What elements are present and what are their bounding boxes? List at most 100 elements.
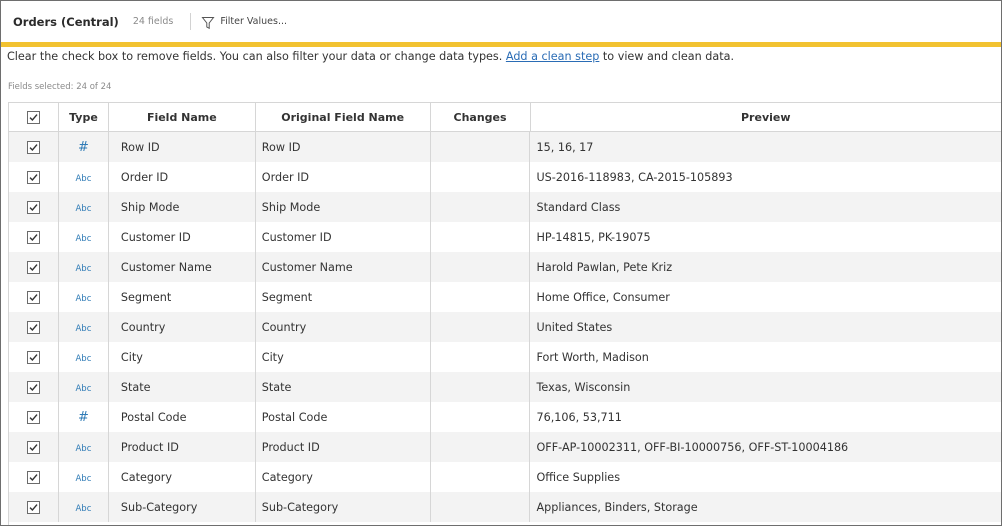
preview-cell: Fort Worth, Madison — [536, 350, 649, 364]
table-row[interactable]: Abc City City Fort Worth, Madison — [9, 342, 1001, 372]
string-type-icon[interactable]: Abc — [75, 174, 91, 184]
type-cell[interactable]: Abc — [59, 462, 109, 492]
field-include-checkbox[interactable] — [26, 410, 40, 424]
number-type-icon[interactable]: # — [78, 140, 89, 155]
string-type-icon[interactable]: Abc — [75, 204, 91, 214]
string-type-icon[interactable]: Abc — [75, 264, 91, 274]
header-checkbox-cell — [9, 103, 59, 131]
check-icon — [29, 173, 38, 181]
field-name-cell[interactable]: Ship Mode — [109, 192, 256, 222]
table-row[interactable]: Abc State State Texas, Wisconsin — [9, 372, 1001, 402]
type-cell[interactable]: Abc — [59, 222, 109, 252]
field-name-cell[interactable]: Country — [109, 312, 256, 342]
row-checkbox-cell — [9, 492, 59, 522]
field-name-cell[interactable]: Customer Name — [109, 252, 256, 282]
string-type-icon[interactable]: Abc — [75, 324, 91, 334]
field-name-cell[interactable]: Order ID — [109, 162, 256, 192]
field-include-checkbox[interactable] — [26, 500, 40, 514]
field-name-cell[interactable]: State — [109, 372, 256, 402]
field-name-cell[interactable]: Row ID — [109, 132, 256, 162]
preview-cell: Appliances, Binders, Storage — [536, 500, 698, 514]
type-cell[interactable]: Abc — [59, 162, 109, 192]
type-cell[interactable]: Abc — [59, 252, 109, 282]
string-type-icon[interactable]: Abc — [75, 234, 91, 244]
type-cell[interactable]: Abc — [59, 282, 109, 312]
preview-cell: Texas, Wisconsin — [536, 380, 631, 394]
type-cell[interactable]: Abc — [59, 372, 109, 402]
string-type-icon[interactable]: Abc — [75, 444, 91, 454]
field-include-checkbox[interactable] — [26, 380, 40, 394]
filter-values-button[interactable]: Filter Values... — [201, 15, 287, 29]
field-include-checkbox[interactable] — [26, 290, 40, 304]
panel-title: Orders (Central) — [13, 14, 119, 29]
check-icon — [29, 143, 38, 151]
preview-cell: OFF-AP-10002311, OFF-BI-10000756, OFF-ST… — [536, 440, 849, 454]
field-name-cell[interactable]: City — [109, 342, 256, 372]
select-all-checkbox[interactable] — [26, 110, 40, 124]
field-include-checkbox[interactable] — [26, 230, 40, 244]
field-include-checkbox[interactable] — [26, 170, 40, 184]
field-name-cell[interactable]: Segment — [109, 282, 256, 312]
field-include-checkbox[interactable] — [26, 320, 40, 334]
fields-table: Type Field Name Original Field Name Chan… — [8, 102, 1001, 525]
column-header-field-name[interactable]: Field Name — [109, 103, 256, 131]
row-checkbox-cell — [9, 222, 59, 252]
original-field-name-cell: Segment — [256, 282, 431, 312]
field-include-checkbox[interactable] — [26, 200, 40, 214]
changes-cell — [431, 252, 531, 282]
type-cell[interactable]: Abc — [59, 432, 109, 462]
original-field-name-cell: Row ID — [256, 132, 431, 162]
column-header-preview[interactable]: Preview — [531, 103, 1002, 131]
field-include-checkbox[interactable] — [26, 440, 40, 454]
table-row[interactable]: Abc Category Category Office Supplies — [9, 462, 1001, 492]
type-cell[interactable]: # — [59, 132, 109, 162]
field-include-checkbox[interactable] — [26, 260, 40, 274]
table-row[interactable]: Abc Ship Mode Ship Mode Standard Class — [9, 192, 1001, 222]
column-header-changes[interactable]: Changes — [431, 103, 531, 131]
row-checkbox-cell — [9, 252, 59, 282]
string-type-icon[interactable]: Abc — [75, 384, 91, 394]
table-row[interactable]: Abc Customer ID Customer ID HP-14815, PK-19… — [9, 222, 1001, 252]
preview-cell: US-2016-118983, CA-2015-105893 — [536, 170, 733, 184]
table-row[interactable]: Abc Customer Name Customer Name Harold Pawl… — [9, 252, 1001, 282]
type-cell[interactable]: Abc — [59, 492, 109, 522]
column-header-original-field-name[interactable]: Original Field Name — [256, 103, 431, 131]
add-clean-step-link[interactable]: Add a clean step — [506, 50, 599, 63]
field-name-cell[interactable]: Sub-Category — [109, 492, 256, 522]
string-type-icon[interactable]: Abc — [75, 504, 91, 514]
table-row[interactable]: # Row ID Row ID 15, 16, 17 — [9, 132, 1001, 162]
table-row[interactable]: # Postal Code Postal Code 76,106, 53,711 — [9, 402, 1001, 432]
table-row[interactable]: Abc Segment Segment Home Office, Consumer — [9, 282, 1001, 312]
string-type-icon[interactable]: Abc — [75, 474, 91, 484]
number-type-icon[interactable]: # — [78, 410, 89, 425]
field-include-checkbox[interactable] — [26, 470, 40, 484]
field-name-cell[interactable]: Category — [109, 462, 256, 492]
column-header-type[interactable]: Type — [59, 103, 109, 131]
changes-cell — [431, 222, 531, 252]
table-row[interactable]: Abc Product ID Product ID OFF-AP-10002311, … — [9, 432, 1001, 462]
check-icon — [29, 473, 38, 481]
table-row[interactable]: Abc Order ID Order ID US-2016-118983, CA-20… — [9, 162, 1001, 192]
string-type-icon[interactable]: Abc — [75, 294, 91, 304]
info-text-after: to view and clean data. — [599, 50, 735, 63]
type-cell[interactable]: Abc — [59, 342, 109, 372]
changes-cell — [431, 342, 531, 372]
check-icon — [29, 353, 38, 361]
field-include-checkbox[interactable] — [26, 350, 40, 364]
header-divider — [190, 13, 192, 30]
changes-cell — [431, 402, 531, 432]
row-checkbox-cell — [9, 312, 59, 342]
field-name-cell[interactable]: Postal Code — [109, 402, 256, 432]
string-type-icon[interactable]: Abc — [75, 354, 91, 364]
changes-cell — [431, 432, 531, 462]
table-row[interactable]: Abc Sub-Category Sub-Category Appliances, B… — [9, 492, 1001, 522]
type-cell[interactable]: Abc — [59, 192, 109, 222]
type-cell[interactable]: Abc — [59, 312, 109, 342]
field-include-checkbox[interactable] — [26, 140, 40, 154]
type-cell[interactable]: # — [59, 402, 109, 432]
check-icon — [29, 443, 38, 451]
field-name-cell[interactable]: Customer ID — [109, 222, 256, 252]
table-header-row: Type Field Name Original Field Name Chan… — [9, 103, 1001, 132]
field-name-cell[interactable]: Product ID — [109, 432, 256, 462]
table-row[interactable]: Abc Country Country United States — [9, 312, 1001, 342]
